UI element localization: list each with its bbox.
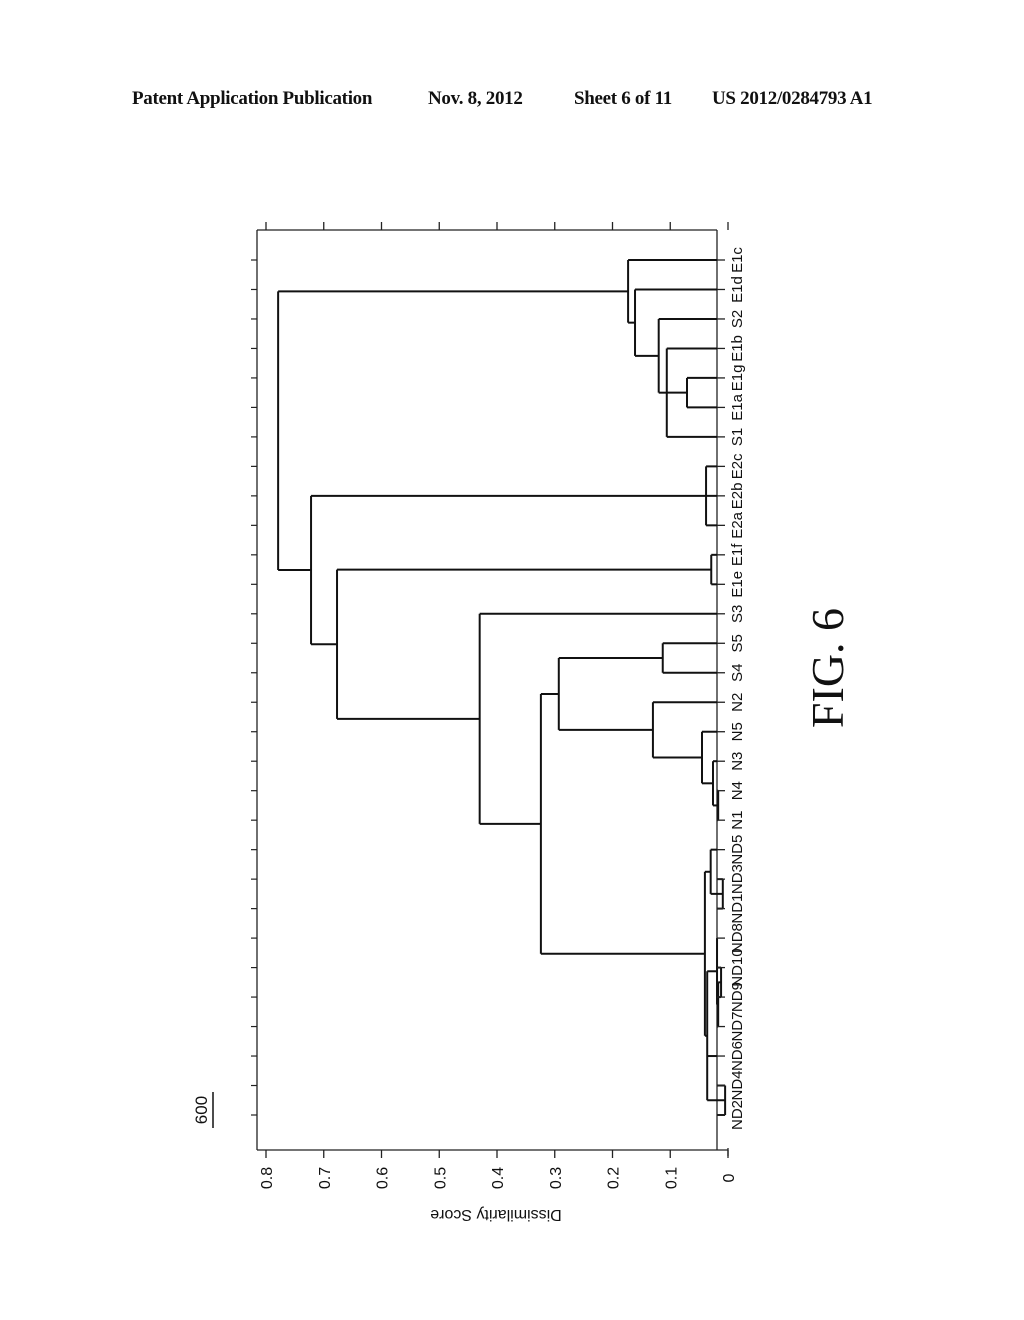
leaf-label: S2 [729,310,746,328]
leaf-label: ND2 [729,1100,746,1130]
figure-reference: 600 [192,1096,211,1124]
axis-label: Dissimilarity Score [430,1206,562,1223]
leaf-label: ND9 [729,982,746,1012]
leaf-label: N5 [729,722,746,741]
tick-label: 0.8 [259,1167,276,1189]
leaf-label: ND5 [729,835,746,865]
leaf-label: ND7 [729,1012,746,1042]
tick-label: 0.7 [317,1167,334,1189]
tick-label: 0.5 [432,1167,449,1189]
dendrogram-tree [277,259,727,1116]
leaf-label: E1e [729,571,746,598]
leaf-label: E1b [729,335,746,362]
dendrogram-chart: 0.8 0.7 0.6 0.5 0.4 0.3 0.2 0.1 0 E1c E1d S2 E1b E1g… [192,222,853,1223]
leaf-label: N4 [729,781,746,800]
leaf-label: ND3 [729,864,746,894]
tick-label: 0.2 [606,1167,623,1189]
leaf-labels: E1c E1d S2 E1b E1gE1a S1 E2c E2bE2a E1f E1e S3 S5 S4… [717,247,746,1130]
leaf-label: E1f [729,543,746,566]
leaf-label: ND4 [729,1071,746,1101]
leaf-label: S4 [729,664,746,682]
leaf-label: S5 [729,634,746,652]
tick-label: 0 [721,1173,738,1182]
leaf-label: E2c [729,453,746,479]
leaf-label: ND1 [729,894,746,924]
leaf-label: N2 [729,693,746,712]
plot-frame [256,229,729,1156]
leaf-label: E1c [729,247,746,273]
leaf-label: E1g [729,365,746,392]
leaf-label: N3 [729,752,746,771]
tick-label: 0.6 [375,1167,392,1189]
tick-label: 0.4 [490,1167,507,1189]
axis-ticks: 0.8 0.7 0.6 0.5 0.4 0.3 0.2 0.1 0 [251,222,738,1189]
leaf-label: N1 [729,811,746,830]
leaf-label: S3 [729,605,746,623]
leaf-label: E2b [729,483,746,510]
figure-caption: FIG. 6 [802,608,853,728]
tick-label: 0.3 [548,1167,565,1189]
leaf-label: S1 [729,428,746,446]
tick-label: 0.1 [663,1167,680,1189]
leaf-label: E1d [729,276,746,303]
leaf-label: ND10 [729,948,746,986]
leaf-label: E2a [729,511,746,538]
leaf-label: ND6 [729,1041,746,1071]
leaf-label: E1a [729,393,746,420]
